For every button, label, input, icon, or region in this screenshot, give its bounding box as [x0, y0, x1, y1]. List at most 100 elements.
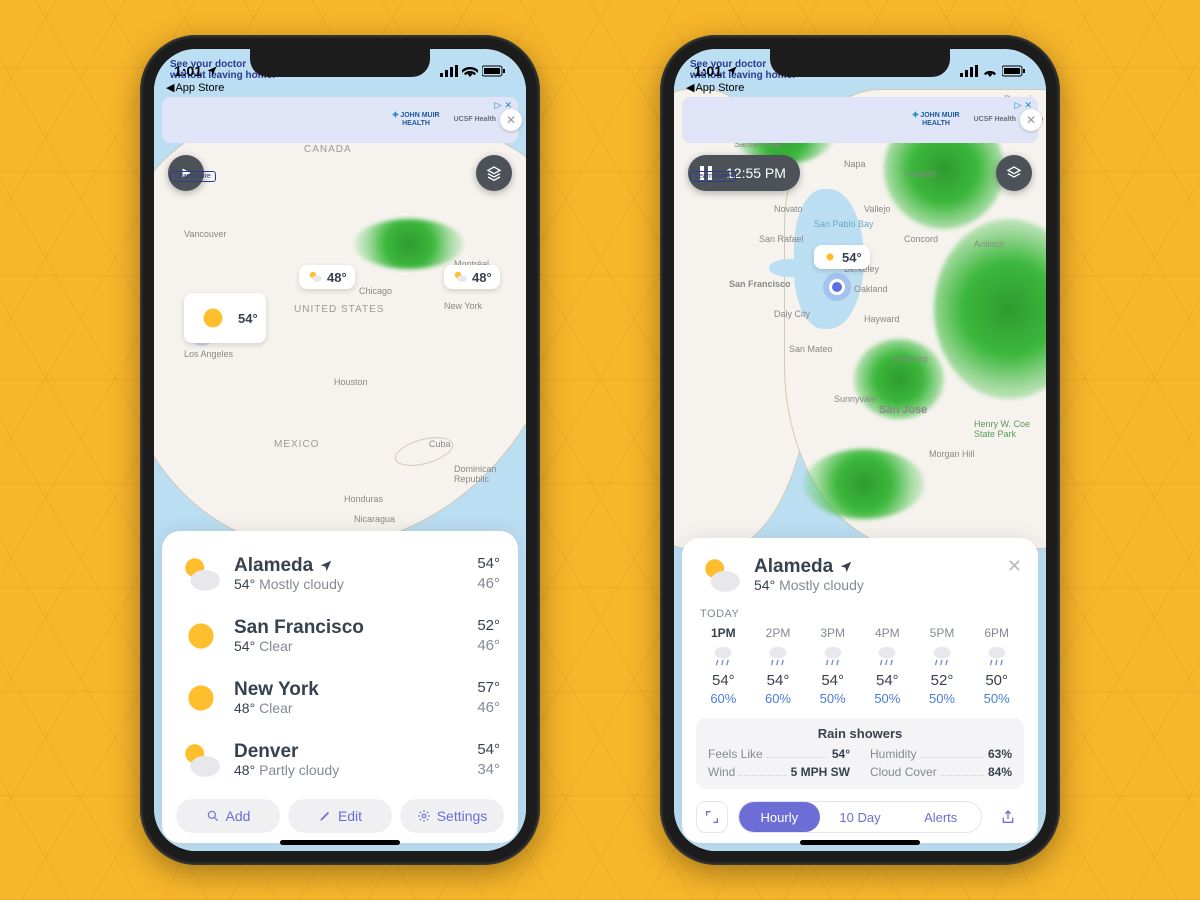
city-row[interactable]: New York 48° Clear 57°46° — [176, 667, 504, 729]
ad-logo-johnmuir: ✚ JOHN MUIRHEALTH — [913, 112, 960, 127]
pin-temp: 54° — [238, 311, 258, 326]
city-hi: 57° — [477, 678, 500, 698]
map-pin[interactable]: 48° — [444, 265, 500, 289]
notch — [770, 49, 950, 77]
city-row[interactable]: San Francisco 54° Clear 52°46° — [176, 605, 504, 667]
city-hi: 52° — [477, 616, 500, 636]
city-lo: 46° — [477, 636, 500, 656]
current-location-dot[interactable] — [829, 279, 845, 295]
phone-right: 1:01 ◀ App Store Sant — [660, 35, 1060, 865]
edit-label: Edit — [338, 808, 362, 824]
rain-icon — [751, 642, 806, 670]
cond-row: Humidity63% — [870, 747, 1012, 761]
hourly-forecast[interactable]: 1PM 2PM 3PM 4PM 5PM 6PM 54° 54° 54° 54° … — [696, 626, 1024, 706]
pin-temp: 48° — [472, 270, 492, 285]
wifi-icon — [982, 65, 998, 77]
settings-button[interactable]: Settings — [400, 799, 504, 833]
map-label: MEXICO — [274, 439, 319, 450]
seg-alerts[interactable]: Alerts — [900, 802, 981, 832]
sunny-icon — [822, 249, 838, 265]
share-button[interactable] — [992, 801, 1024, 833]
city-hi: 54° — [477, 740, 500, 760]
map-label: Sunnyvale — [834, 394, 876, 404]
pencil-icon — [318, 809, 332, 823]
conditions-block: Rain showers Feels Like54° Humidity63% W… — [696, 718, 1024, 789]
rain-icon — [860, 642, 915, 670]
city-row[interactable]: Alameda 54° Mostly cloudy 54°46° — [176, 543, 504, 605]
hour-time: 3PM — [805, 626, 860, 640]
edit-button[interactable]: Edit — [288, 799, 392, 833]
forecast-segment: Hourly 10 Day Alerts — [738, 801, 982, 833]
pin-temp: 48° — [327, 270, 347, 285]
seg-hourly[interactable]: Hourly — [739, 802, 820, 832]
battery-icon — [482, 65, 506, 77]
sunny-icon — [180, 677, 222, 719]
seg-10day[interactable]: 10 Day — [820, 802, 901, 832]
hour-precip: 50% — [915, 691, 970, 706]
layers-button[interactable] — [476, 155, 512, 191]
city-lo: 46° — [477, 698, 500, 718]
map-label: Honduras — [344, 494, 383, 504]
city-name: Denver — [234, 742, 465, 763]
map-pin[interactable]: 54° — [184, 293, 266, 343]
today-label: TODAY — [696, 604, 1024, 626]
expand-button[interactable] — [696, 801, 728, 833]
ad-banner[interactable]: See your doctorwithout leaving home. Lea… — [162, 97, 518, 143]
city-hi: 54° — [477, 554, 500, 574]
map-label: CANADA — [304, 144, 352, 155]
add-label: Add — [226, 808, 251, 824]
status-icons — [440, 65, 506, 77]
map-label: San Jose — [879, 404, 927, 416]
location-arrow-icon — [206, 65, 218, 77]
city-list[interactable]: Alameda 54° Mostly cloudy 54°46° San Fra… — [176, 543, 504, 791]
map-label: Daly City — [774, 309, 810, 319]
map-label: Hayward — [864, 314, 900, 324]
rain-icon — [915, 642, 970, 670]
screen-left: 1:01 ◀ App Store CANADA UNITED STATES ME… — [154, 49, 526, 851]
close-button[interactable]: ✕ — [1007, 556, 1022, 577]
ad-close-button[interactable]: ✕ — [500, 109, 522, 131]
partly-cloudy-icon — [180, 739, 222, 781]
map-label: New York — [444, 301, 482, 311]
cond-row: Wind5 MPH SW — [708, 765, 850, 779]
partly-cloudy-icon — [700, 554, 742, 596]
city-temp: 48° — [234, 762, 255, 778]
layers-button[interactable] — [996, 155, 1032, 191]
status-icons — [960, 65, 1026, 77]
ad-banner[interactable]: See your doctorwithout leaving home. Lea… — [682, 97, 1038, 143]
ad-close-button[interactable]: ✕ — [1020, 109, 1042, 131]
hour-temp: 52° — [915, 672, 970, 689]
map-label: Chicago — [359, 286, 392, 296]
cities-card: Alameda 54° Mostly cloudy 54°46° San Fra… — [162, 531, 518, 843]
back-label: App Store — [695, 82, 744, 94]
hour-temp: 54° — [751, 672, 806, 689]
back-to-appstore[interactable]: ◀ App Store — [166, 81, 224, 94]
city-lo: 34° — [477, 760, 500, 780]
ad-cta[interactable]: Learn more — [690, 171, 736, 182]
ad-logo-ucsf: UCSF Health — [454, 116, 496, 124]
map-pin[interactable]: 54° — [814, 245, 870, 269]
rain-icon — [696, 642, 751, 670]
battery-icon — [1002, 65, 1026, 77]
map-label: San Rafael — [759, 234, 804, 244]
sunny-icon — [192, 297, 234, 339]
map-label: Novato — [774, 204, 803, 214]
chevron-left-icon: ◀ — [166, 81, 174, 94]
detail-city: Alameda — [754, 557, 833, 578]
status-time: 1:01 — [694, 63, 722, 79]
map-label: San Francisco — [729, 279, 791, 289]
detail-card: Alameda 54° Mostly cloudy ✕ TODAY 1PM 2P… — [682, 538, 1038, 843]
rain-icon — [969, 642, 1024, 670]
layers-icon — [486, 165, 502, 181]
expand-icon — [704, 809, 720, 825]
ad-logo-johnmuir: ✚ JOHN MUIRHEALTH — [393, 112, 440, 127]
add-button[interactable]: Add — [176, 799, 280, 833]
city-row[interactable]: Denver 48° Partly cloudy 54°34° — [176, 729, 504, 791]
map-pin[interactable]: 48° — [299, 265, 355, 289]
hour-precip: 50% — [805, 691, 860, 706]
location-arrow-icon — [726, 65, 738, 77]
ad-cta[interactable]: Learn more — [170, 171, 216, 182]
city-cond: Clear — [259, 700, 292, 716]
back-to-appstore[interactable]: ◀ App Store — [686, 81, 744, 94]
map-label: Vallejo — [864, 204, 890, 214]
